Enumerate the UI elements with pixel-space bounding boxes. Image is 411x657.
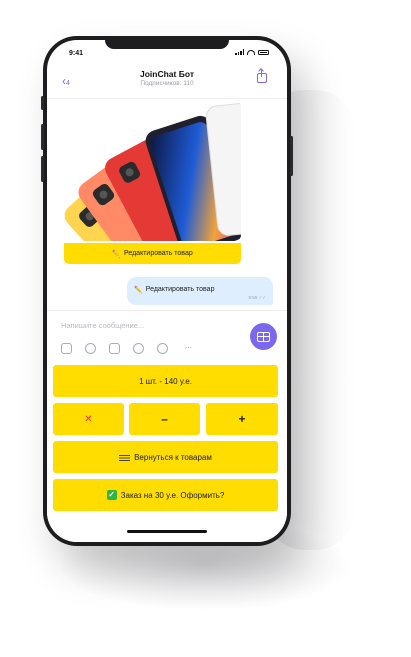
checkout-label: Заказ на 30 у.е. Оформить? — [120, 490, 225, 500]
quantity-price-button[interactable]: 1 шт. - 140 у.е. — [53, 365, 278, 397]
gif-icon[interactable] — [85, 343, 96, 354]
product-image[interactable] — [64, 101, 241, 241]
battery-icon — [258, 49, 269, 55]
location-icon[interactable] — [157, 343, 168, 354]
volume-down-button — [41, 156, 44, 182]
remove-item-button[interactable]: ✕ — [53, 403, 124, 435]
bot-keyboard: 1 шт. - 140 у.е. ✕ – + Вернуться к товар… — [47, 361, 287, 542]
home-indicator — [127, 530, 207, 533]
status-icons — [235, 49, 269, 55]
volume-up-button — [41, 124, 44, 150]
increase-quantity-button[interactable]: + — [206, 403, 278, 435]
power-button — [290, 136, 293, 176]
edit-product-inline-button[interactable]: ✏️ Редактировать товар — [64, 243, 241, 264]
message-time: 9:58 ✓✓ — [248, 295, 266, 300]
bot-keyboard-toggle-button[interactable] — [250, 323, 277, 350]
keyboard-grid-icon — [257, 331, 270, 342]
mute-switch — [41, 96, 44, 110]
wifi-icon — [247, 49, 255, 55]
add-media-icon[interactable] — [133, 343, 144, 354]
checkout-button[interactable]: ✓ Заказ на 30 у.е. Оформить? — [53, 479, 278, 511]
sticker-icon[interactable] — [61, 343, 72, 354]
list-back-icon — [119, 454, 131, 461]
checkmark-icon: ✓ — [106, 490, 117, 500]
pencil-icon: ✏️ — [112, 250, 121, 258]
share-icon[interactable] — [257, 69, 267, 83]
composer-toolbar: ··· — [61, 343, 195, 354]
pencil-icon: ✏️ — [134, 287, 143, 294]
camera-icon[interactable] — [109, 343, 120, 354]
phone-screen: 9:41 ‹4 JoinChat Бот Подписчиков: 110 ✏️… — [47, 40, 287, 542]
iphone-fan-illustration — [64, 101, 241, 241]
notch — [105, 40, 229, 49]
signal-icon — [235, 49, 244, 55]
message-list[interactable]: ✏️ Редактировать товар ✏️ Редактировать … — [47, 99, 287, 311]
outgoing-message[interactable]: ✏️ Редактировать товар 9:58 ✓✓ — [127, 277, 273, 305]
chat-subtitle: Подписчиков: 110 — [140, 80, 194, 87]
message-text: Редактировать товар — [145, 286, 215, 293]
chat-header: ‹4 JoinChat Бот Подписчиков: 110 — [47, 64, 287, 99]
chat-title[interactable]: JoinChat Бот — [47, 69, 287, 79]
edit-product-label: Редактировать товар — [123, 250, 193, 257]
more-icon[interactable]: ··· — [181, 343, 195, 354]
decrease-quantity-button[interactable]: – — [129, 403, 200, 435]
back-to-products-button[interactable]: Вернуться к товарам — [53, 441, 278, 473]
back-to-products-label: Вернуться к товарам — [134, 452, 212, 462]
message-input[interactable]: Напишите сообщение... — [61, 321, 144, 330]
status-time: 9:41 — [69, 50, 84, 57]
